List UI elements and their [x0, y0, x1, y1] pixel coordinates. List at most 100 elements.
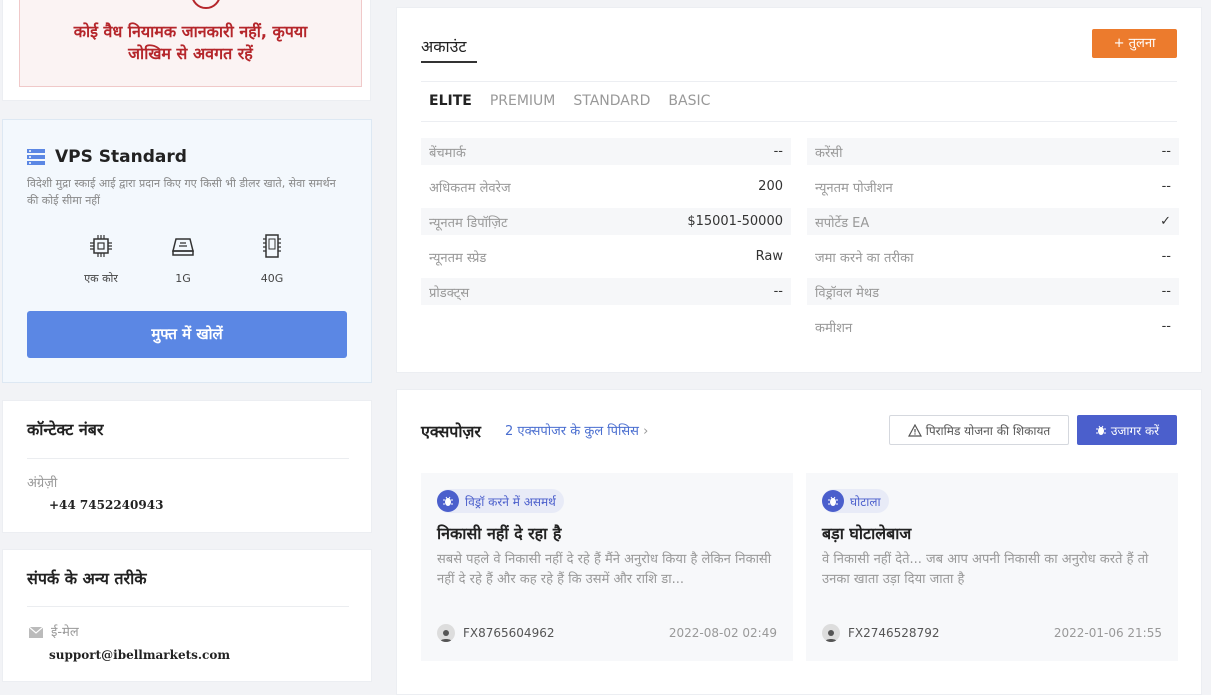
- exposure-user: FX8765604962: [437, 624, 554, 642]
- server-icon: [27, 149, 45, 165]
- spec-disk: 40G: [242, 233, 302, 286]
- spec-key: न्यूनतम पोजीशन: [815, 180, 893, 196]
- exposure-item-body: वे निकासी नहीं देते... जब आप अपनी निकासी…: [822, 552, 1149, 587]
- account-card: अकाउंट + तुलना ELITE PREMIUM STANDARD BA…: [396, 7, 1202, 373]
- other-contact-card: संपर्क के अन्य तरीके ई-मेल support@ibell…: [2, 549, 372, 682]
- spec-value: --: [1161, 179, 1171, 194]
- exposure-item-body: सबसे पहले वे निकासी नहीं दे रहे हैं मैंन…: [437, 552, 772, 587]
- spec-value: 200: [758, 179, 783, 194]
- exposure-item-title: बड़ा घोटालेबाज: [822, 524, 912, 543]
- divider: [421, 121, 1177, 122]
- warning-card: ! कोई वैध नियामक जानकारी नहीं, कृपया जोख…: [2, 0, 371, 101]
- spec-row-benchmark: बेंचमार्क --: [421, 138, 791, 165]
- exposure-count-link[interactable]: 2 एक्सपोजर के कुल पिसिस ›: [505, 421, 648, 439]
- user-avatar-icon: [822, 624, 840, 642]
- exposure-item[interactable]: विड्रॉ करने में असमर्थ निकासी नहीं दे रह…: [421, 473, 793, 661]
- spec-value: --: [1161, 284, 1171, 299]
- warning-text: कोई वैध नियामक जानकारी नहीं, कृपया जोखिम…: [73, 22, 308, 63]
- spec-value: --: [773, 284, 783, 299]
- open-free-button[interactable]: मुफ्त में खोलें: [27, 311, 347, 358]
- spec-key: विड्रॉवल मेथड: [815, 285, 880, 301]
- contact-language-label: अंग्रेज़ी: [27, 476, 58, 491]
- vps-title: VPS Standard: [55, 147, 187, 167]
- exposure-user-id: FX2746528792: [848, 626, 940, 640]
- user-avatar-icon: [437, 624, 455, 642]
- regulation-warning-box: ! कोई वैध नियामक जानकारी नहीं, कृपया जोख…: [19, 0, 362, 87]
- bug-icon: [437, 490, 459, 512]
- exposure-item-title: निकासी नहीं दे रहा है: [437, 524, 562, 543]
- divider: [27, 458, 349, 459]
- spec-value: Raw: [755, 249, 783, 264]
- divider: [27, 606, 349, 607]
- account-title-underline: [421, 61, 477, 63]
- mail-icon: [29, 627, 43, 638]
- spec-key: जमा करने का तरीका: [815, 250, 914, 266]
- complaint-label: पिरामिड योजना की शिकायत: [925, 423, 1051, 438]
- spec-row-min-spread: न्यूनतम स्प्रेड Raw: [421, 243, 791, 270]
- spec-disk-label: 40G: [260, 272, 284, 285]
- spec-key: न्यूनतम स्प्रेड: [429, 250, 487, 266]
- account-title: अकाउंट: [421, 37, 467, 56]
- email-value[interactable]: support@ibellmarkets.com: [49, 648, 230, 662]
- divider: [421, 81, 1177, 82]
- expose-button[interactable]: उजागर करें: [1077, 415, 1177, 445]
- spec-row-products: प्रोडक्ट्स --: [421, 278, 791, 305]
- tab-standard[interactable]: STANDARD: [573, 93, 650, 109]
- vps-card: VPS Standard विदेशी मुद्रा स्काई आई द्वा…: [2, 119, 372, 383]
- exposure-date: 2022-08-02 02:49: [668, 626, 777, 640]
- check-icon: ✓: [1160, 214, 1171, 229]
- spec-value: --: [773, 144, 783, 159]
- exposure-card: एक्सपोज़र 2 एक्सपोजर के कुल पिसिस › पिरा…: [396, 389, 1202, 695]
- warning-icon: !: [191, 0, 221, 9]
- exposure-item[interactable]: घोटाला बड़ा घोटालेबाज वे निकासी नहीं देत…: [806, 473, 1178, 661]
- spec-row-supported-ea: सपोर्टेड EA ✓: [807, 208, 1179, 235]
- exposure-count-text: 2 एक्सपोजर के कुल पिसिस: [505, 424, 639, 439]
- spec-row-commission: कमीशन --: [807, 313, 1179, 340]
- spec-key: न्यूनतम डिपॉज़िट: [429, 215, 508, 231]
- exposure-user: FX2746528792: [822, 624, 939, 642]
- alert-triangle-icon: [907, 423, 922, 437]
- exposure-tag-label: घोटाला: [850, 494, 881, 509]
- chevron-right-icon: ›: [643, 424, 649, 439]
- spec-row-currency: करेंसी --: [807, 138, 1179, 165]
- cpu-icon: [90, 235, 112, 257]
- contact-title: कॉन्टेक्ट नंबर: [27, 420, 104, 439]
- account-tabs: ELITE PREMIUM STANDARD BASIC: [429, 93, 710, 109]
- spec-key: बेंचमार्क: [429, 145, 466, 161]
- spec-value: --: [1161, 319, 1171, 334]
- exposure-tag: घोटाला: [822, 489, 889, 513]
- spec-row-withdrawal-method: विड्रॉवल मेथड --: [807, 278, 1179, 305]
- exposure-tag-label: विड्रॉ करने में असमर्थ: [465, 494, 556, 509]
- spec-row-deposit-method: जमा करने का तरीका --: [807, 243, 1179, 270]
- contact-phone[interactable]: +44 7452240943: [49, 498, 163, 512]
- spec-value: --: [1161, 249, 1171, 264]
- bug-icon: [822, 490, 844, 512]
- exposure-tag: विड्रॉ करने में असमर्थ: [437, 489, 564, 513]
- exposure-date: 2022-01-06 21:55: [1053, 626, 1162, 640]
- bug-icon: [1095, 425, 1106, 435]
- spec-row-max-leverage: अधिकतम लेवरेज 200: [421, 173, 791, 200]
- spec-value: $15001-50000: [687, 214, 783, 229]
- exposure-title: एक्सपोज़र: [421, 422, 481, 441]
- tab-basic[interactable]: BASIC: [668, 93, 710, 109]
- compare-button[interactable]: + तुलना: [1092, 29, 1177, 58]
- expose-label: उजागर करें: [1110, 423, 1160, 438]
- contact-card: कॉन्टेक्ट नंबर अंग्रेज़ी +44 7452240943: [2, 400, 372, 533]
- tab-elite[interactable]: ELITE: [429, 93, 472, 109]
- spec-core: एक कोर: [71, 233, 131, 286]
- spec-key: सपोर्टेड EA: [815, 215, 870, 231]
- vps-title-row: VPS Standard: [27, 147, 187, 167]
- spec-key: प्रोडक्ट्स: [429, 285, 470, 301]
- tab-premium[interactable]: PREMIUM: [490, 93, 556, 109]
- email-label: ई-मेल: [51, 625, 79, 640]
- spec-key: अधिकतम लेवरेज: [429, 180, 511, 196]
- spec-ram: 1G: [153, 233, 213, 286]
- spec-key: कमीशन: [815, 320, 853, 336]
- vps-description: विदेशी मुद्रा स्काई आई द्वारा प्रदान किए…: [27, 177, 336, 207]
- spec-key: करेंसी: [815, 145, 843, 161]
- other-contact-title: संपर्क के अन्य तरीके: [27, 569, 147, 588]
- pyramid-complaint-button[interactable]: पिरामिड योजना की शिकायत: [889, 415, 1069, 445]
- ram-icon: [172, 238, 194, 256]
- spec-row-min-deposit: न्यूनतम डिपॉज़िट $15001-50000: [421, 208, 791, 235]
- disk-icon: [263, 234, 281, 258]
